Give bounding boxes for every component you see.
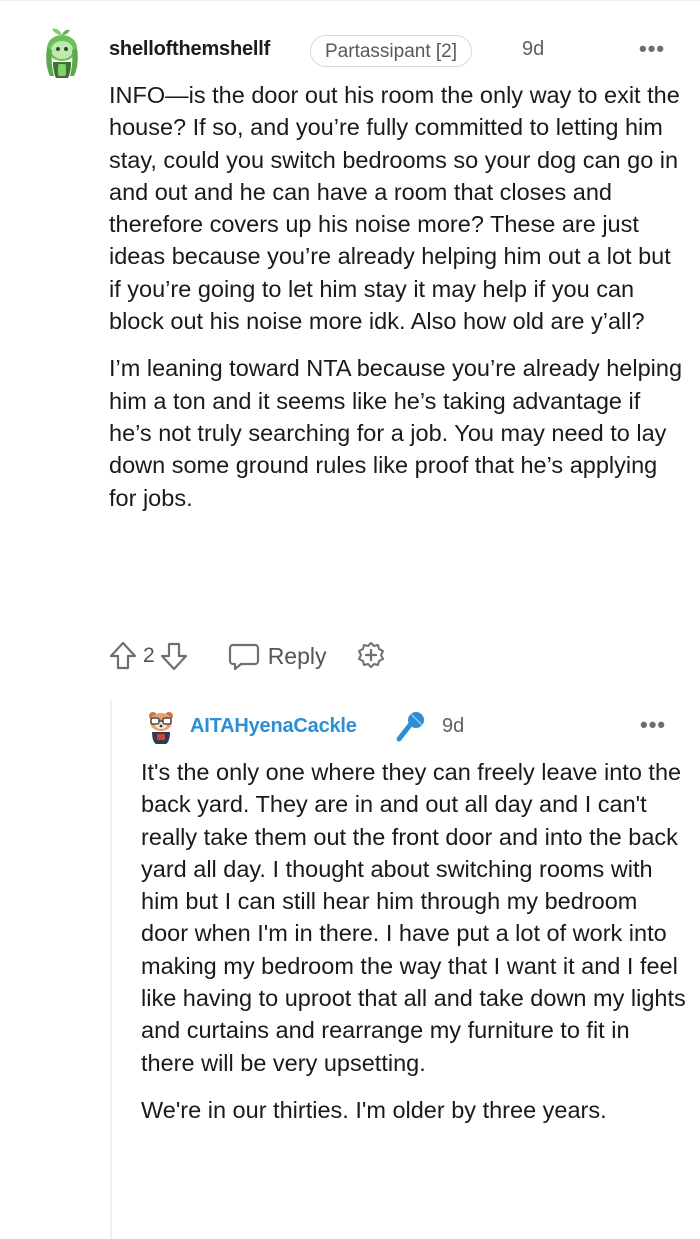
microphone-icon: [396, 712, 424, 742]
more-options-icon[interactable]: •••: [639, 36, 665, 62]
downvote-button[interactable]: [159, 640, 189, 672]
comment-paragraph: INFO—is the door out his room the only w…: [109, 82, 680, 335]
comment-body: INFO—is the door out his room the only w…: [109, 79, 689, 514]
thread-line[interactable]: [110, 700, 112, 1239]
more-options-icon[interactable]: •••: [640, 712, 666, 738]
comment-action-bar: 2 Reply: [108, 637, 387, 675]
reply-author[interactable]: AITAHyenaCackle: [190, 715, 357, 738]
top-divider: [0, 0, 700, 1]
comment-author[interactable]: shellofthemshellf: [109, 38, 270, 61]
downvote-icon: [160, 642, 187, 671]
user-flair: Partassipant [2]: [310, 35, 473, 67]
award-icon: [357, 642, 384, 668]
comment-timestamp: 9d: [522, 38, 545, 60]
upvote-icon: [109, 641, 137, 670]
reply-label: Reply: [267, 642, 327, 669]
award-button[interactable]: [355, 640, 387, 672]
reply-paragraph: It's the only one where they can freely …: [141, 759, 686, 1076]
reply-paragraph: We're in our thirties. I'm older by thre…: [141, 1096, 607, 1123]
avatar[interactable]: [144, 709, 178, 745]
reply-timestamp: 9d: [442, 715, 465, 737]
reply-button[interactable]: Reply: [228, 641, 327, 671]
avatar[interactable]: [36, 26, 88, 80]
comment-paragraph: I’m leaning toward NTA because you’re al…: [109, 355, 683, 511]
vote-count: 2: [143, 644, 155, 667]
upvote-button[interactable]: [108, 640, 138, 672]
reply-icon: [228, 643, 259, 671]
reply-body: It's the only one where they can freely …: [141, 756, 689, 1126]
